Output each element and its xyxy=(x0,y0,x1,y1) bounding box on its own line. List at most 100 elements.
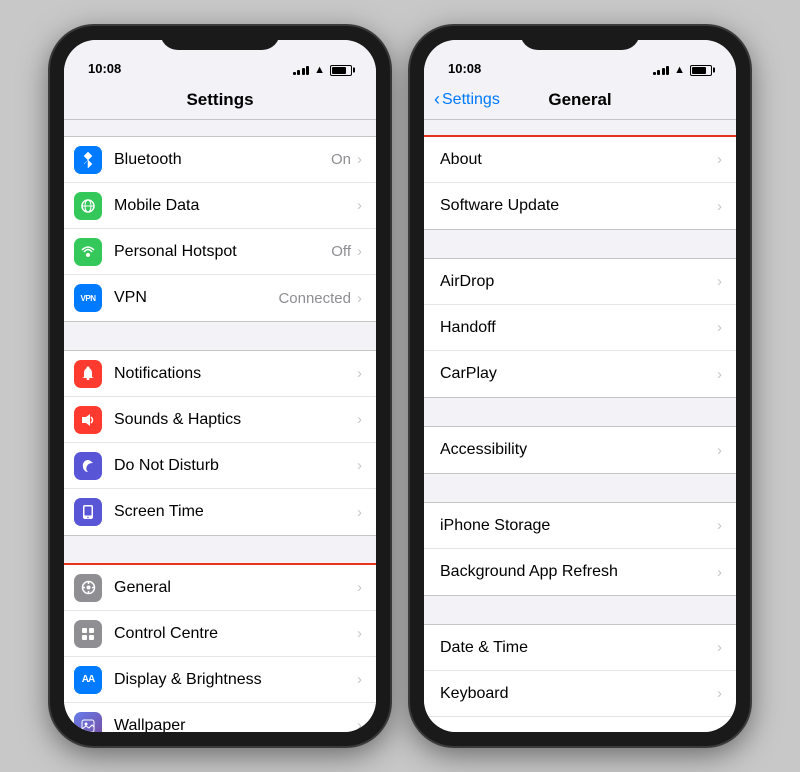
mobile-data-chevron: › xyxy=(357,197,362,214)
settings-list[interactable]: Bluetooth On › Mobile Da xyxy=(64,120,376,732)
row-accessibility[interactable]: Accessibility › xyxy=(424,427,736,473)
row-carplay[interactable]: CarPlay › xyxy=(424,351,736,397)
page-title-general: General xyxy=(548,90,611,110)
phones-container: 10:08 ▲ Settings xyxy=(50,26,750,746)
screen-settings: 10:08 ▲ Settings xyxy=(64,40,376,732)
vpn-label: VPN xyxy=(114,289,278,307)
hotspot-value: Off xyxy=(331,243,351,260)
screen-time-label: Screen Time xyxy=(114,503,357,521)
bluetooth-icon xyxy=(74,146,102,174)
page-title-settings: Settings xyxy=(186,90,253,110)
general-label: General xyxy=(114,579,357,597)
row-display[interactable]: AA Display & Brightness › xyxy=(64,657,376,703)
status-icons-1: ▲ xyxy=(293,64,352,76)
iphone-storage-chevron: › xyxy=(717,517,722,534)
dnd-icon xyxy=(74,452,102,480)
bluetooth-value: On xyxy=(331,151,351,168)
hotspot-label: Personal Hotspot xyxy=(114,243,331,261)
signal-icon xyxy=(293,66,310,75)
notch-2 xyxy=(520,26,640,50)
row-date-time[interactable]: Date & Time › xyxy=(424,625,736,671)
row-bluetooth[interactable]: Bluetooth On › xyxy=(64,137,376,183)
accessibility-label: Accessibility xyxy=(440,441,717,459)
row-notifications[interactable]: Notifications › xyxy=(64,351,376,397)
accessibility-chevron: › xyxy=(717,442,722,459)
vpn-chevron: › xyxy=(357,290,362,307)
background-refresh-chevron: › xyxy=(717,564,722,581)
notifications-label: Notifications xyxy=(114,365,357,383)
row-iphone-storage[interactable]: iPhone Storage › xyxy=(424,503,736,549)
keyboard-chevron: › xyxy=(717,685,722,702)
airdrop-chevron: › xyxy=(717,273,722,290)
wallpaper-chevron: › xyxy=(357,717,362,732)
carplay-label: CarPlay xyxy=(440,365,717,383)
row-language[interactable]: Language & Region › xyxy=(424,717,736,732)
battery-icon xyxy=(330,65,352,76)
settings-group-connectivity: AirDrop › Handoff › CarPlay › xyxy=(424,258,736,398)
settings-group-locale: Date & Time › Keyboard › Language & Regi… xyxy=(424,624,736,732)
bluetooth-chevron: › xyxy=(357,151,362,168)
row-keyboard[interactable]: Keyboard › xyxy=(424,671,736,717)
back-button[interactable]: ‹ Settings xyxy=(434,90,500,110)
row-wallpaper[interactable]: Wallpaper › xyxy=(64,703,376,732)
row-dnd[interactable]: Do Not Disturb › xyxy=(64,443,376,489)
row-about[interactable]: About › xyxy=(424,137,736,183)
control-centre-icon xyxy=(74,620,102,648)
display-chevron: › xyxy=(357,671,362,688)
notifications-chevron: › xyxy=(357,365,362,382)
general-chevron: › xyxy=(357,579,362,596)
language-label: Language & Region xyxy=(440,731,717,733)
row-airdrop[interactable]: AirDrop › xyxy=(424,259,736,305)
software-update-label: Software Update xyxy=(440,197,717,215)
gap-g1 xyxy=(424,230,736,258)
control-centre-chevron: › xyxy=(357,625,362,642)
airdrop-label: AirDrop xyxy=(440,273,717,291)
hotspot-icon xyxy=(74,238,102,266)
handoff-chevron: › xyxy=(717,319,722,336)
general-icon xyxy=(74,574,102,602)
control-centre-label: Control Centre xyxy=(114,625,357,643)
mobile-data-icon xyxy=(74,192,102,220)
status-time-1: 10:08 xyxy=(88,61,121,76)
carplay-chevron: › xyxy=(717,366,722,383)
settings-group-general: General › Control C xyxy=(64,564,376,732)
dnd-label: Do Not Disturb xyxy=(114,457,357,475)
nav-bar-settings: Settings xyxy=(64,80,376,120)
settings-group-storage: iPhone Storage › Background App Refresh … xyxy=(424,502,736,596)
wallpaper-label: Wallpaper xyxy=(114,717,357,733)
row-mobile-data[interactable]: Mobile Data › xyxy=(64,183,376,229)
gap-g2 xyxy=(424,398,736,426)
row-handoff[interactable]: Handoff › xyxy=(424,305,736,351)
wifi-icon-2: ▲ xyxy=(674,64,685,76)
gap-1 xyxy=(64,322,376,350)
display-icon: AA xyxy=(74,666,102,694)
gap-g4 xyxy=(424,596,736,624)
notifications-icon xyxy=(74,360,102,388)
date-time-chevron: › xyxy=(717,639,722,656)
background-refresh-label: Background App Refresh xyxy=(440,563,717,581)
row-general[interactable]: General › xyxy=(64,565,376,611)
notch xyxy=(160,26,280,50)
mobile-data-label: Mobile Data xyxy=(114,197,357,215)
keyboard-label: Keyboard xyxy=(440,685,717,703)
row-hotspot[interactable]: Personal Hotspot Off › xyxy=(64,229,376,275)
status-time-2: 10:08 xyxy=(448,61,481,76)
screen-time-chevron: › xyxy=(357,504,362,521)
general-list[interactable]: About › Software Update › AirDrop › xyxy=(424,120,736,732)
display-label: Display & Brightness xyxy=(114,671,357,689)
about-chevron: › xyxy=(717,151,722,168)
settings-group-notifications: Notifications › Sounds & Haptics › xyxy=(64,350,376,536)
row-vpn[interactable]: VPN VPN Connected › xyxy=(64,275,376,321)
row-background-refresh[interactable]: Background App Refresh › xyxy=(424,549,736,595)
row-sounds[interactable]: Sounds & Haptics › xyxy=(64,397,376,443)
battery-icon-2 xyxy=(690,65,712,76)
wallpaper-icon xyxy=(74,712,102,733)
row-screen-time[interactable]: Screen Time › xyxy=(64,489,376,535)
date-time-label: Date & Time xyxy=(440,639,717,657)
iphone-storage-label: iPhone Storage xyxy=(440,517,717,535)
row-software-update[interactable]: Software Update › xyxy=(424,183,736,229)
phone-general: 10:08 ▲ ‹ Se xyxy=(410,26,750,746)
phone-settings: 10:08 ▲ Settings xyxy=(50,26,390,746)
settings-group-connectivity: Bluetooth On › Mobile Da xyxy=(64,136,376,322)
row-control-centre[interactable]: Control Centre › xyxy=(64,611,376,657)
